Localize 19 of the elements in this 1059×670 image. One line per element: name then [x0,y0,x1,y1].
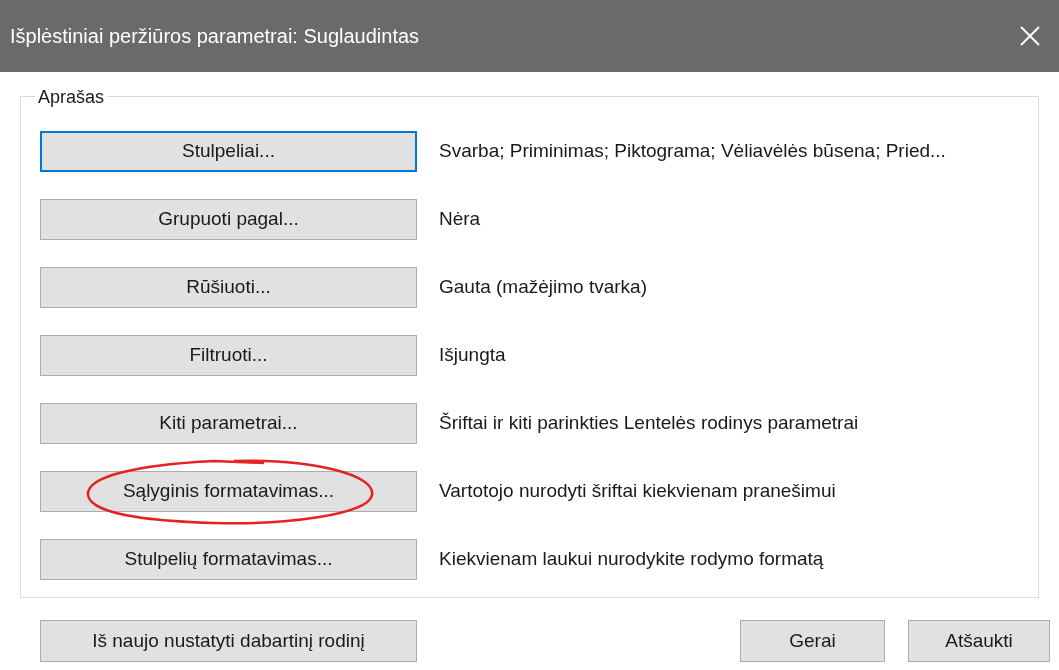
reset-button[interactable]: Iš naujo nustatyti dabartinį rodinį [40,620,417,662]
dialog-button[interactable]: Rūšiuoti... [40,267,417,308]
dialog-button[interactable]: Stulpelių formatavimas... [40,539,417,580]
dialog-button[interactable]: Sąlyginis formatavimas... [40,471,417,512]
row-description: Vartotojo nurodyti šriftai kiekvienam pranešimui [439,479,836,504]
cancel-button[interactable]: Atšaukti [908,620,1050,662]
ok-button[interactable]: Gerai [740,620,885,662]
dialog-button[interactable]: Stulpeliai... [40,131,417,172]
row-description: Išjungta [439,343,506,368]
row-description: Svarba; Priminimas; Piktograma; Vėliavėlės būsena; Pried... [439,139,946,164]
row-description: Kiekvienam laukui nurodykite rodymo formatą [439,547,824,572]
close-icon [1019,25,1041,47]
window-title: Išplėstiniai peržiūros parametrai: Suglaudintas [10,24,420,49]
row-description: Šriftai ir kiti parinkties Lentelės rodinys parametrai [439,411,859,436]
row-description: Nėra [439,207,481,232]
row-description: Gauta (mažėjimo tvarka) [439,275,647,300]
dialog-button[interactable]: Kiti parametrai... [40,403,417,444]
dialog-button[interactable]: Filtruoti... [40,335,417,376]
dialog-button[interactable]: Grupuoti pagal... [40,199,417,240]
